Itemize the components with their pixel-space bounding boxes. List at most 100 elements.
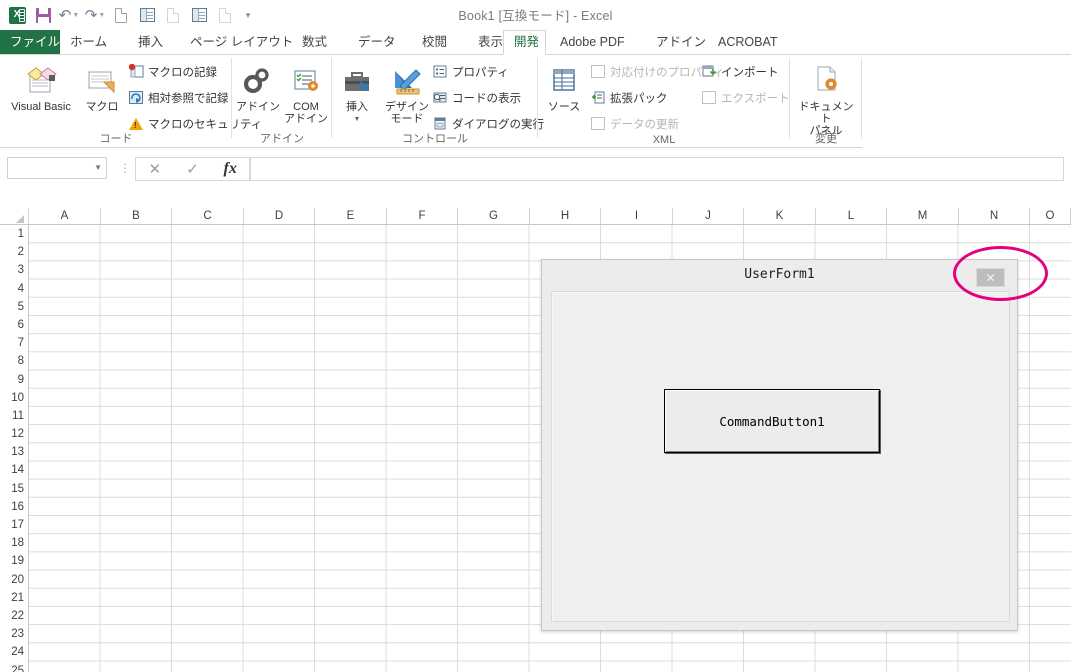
row-header-17[interactable]: 17 (0, 516, 29, 534)
design-mode-label-1: デザイン (385, 101, 429, 113)
insert-control-button[interactable]: 挿入 ▼ (335, 58, 379, 126)
userform-close-button[interactable]: ✕ (976, 268, 1005, 287)
row-header-7[interactable]: 7 (0, 334, 29, 352)
record-macro-button[interactable]: マクロの記録 (128, 61, 217, 82)
column-header-A[interactable]: A (29, 208, 101, 225)
tab-acrobat[interactable]: ACROBAT (708, 30, 788, 55)
row-header-1[interactable]: 1 (0, 225, 29, 243)
com-addins-button[interactable]: COM アドイン (282, 58, 330, 125)
chevron-down-icon[interactable]: ▼ (335, 114, 379, 126)
window-title: Book1 [互換モード] - Excel (458, 9, 613, 23)
column-header-H[interactable]: H (530, 208, 601, 225)
xml-import-button[interactable]: インポート (701, 61, 779, 82)
visual-basic-button[interactable]: Visual Basic (5, 58, 77, 113)
expansion-packs-button[interactable]: 拡張パック (590, 87, 668, 108)
row-header-20[interactable]: 20 (0, 571, 29, 589)
row-header-12[interactable]: 12 (0, 425, 29, 443)
column-header-L[interactable]: L (816, 208, 887, 225)
row-header-16[interactable]: 16 (0, 498, 29, 516)
design-mode-icon (380, 58, 434, 98)
column-header-G[interactable]: G (458, 208, 530, 225)
addins-label: アドイン (236, 101, 280, 113)
column-header-D[interactable]: D (244, 208, 315, 225)
view-code-button[interactable]: コードの表示 (432, 87, 521, 108)
row-header-21[interactable]: 21 (0, 589, 29, 607)
insert-control-label: 挿入 (346, 101, 368, 113)
relative-reference-label: 相対参照で記録 (148, 92, 229, 105)
tab-insert[interactable]: 挿入 (128, 30, 173, 55)
name-box[interactable]: ▼ (7, 157, 107, 179)
ribbon-group-controls-label: コントロール (402, 133, 468, 145)
column-header-E[interactable]: E (315, 208, 387, 225)
xml-source-icon (542, 58, 586, 98)
command-button-1[interactable]: CommandButton1 (664, 389, 880, 453)
row-header-18[interactable]: 18 (0, 534, 29, 552)
column-header-N[interactable]: N (959, 208, 1030, 225)
design-mode-label-2: モード (390, 113, 424, 125)
column-header-B[interactable]: B (101, 208, 172, 225)
column-headers: A B C D E F G H I J K L M N O (0, 208, 1071, 225)
tab-page-layout[interactable]: ページ レイアウト (180, 30, 303, 55)
row-header-19[interactable]: 19 (0, 552, 29, 570)
column-header-C[interactable]: C (172, 208, 244, 225)
column-header-O[interactable]: O (1030, 208, 1071, 225)
row-header-5[interactable]: 5 (0, 298, 29, 316)
row-header-6[interactable]: 6 (0, 316, 29, 334)
addins-button[interactable]: アドイン (234, 58, 282, 113)
insert-function-icon[interactable]: fx (211, 160, 249, 178)
select-all-corner[interactable] (0, 208, 29, 225)
properties-icon (432, 64, 448, 80)
tab-file[interactable]: ファイル (0, 30, 60, 55)
column-header-K[interactable]: K (744, 208, 816, 225)
row-header-23[interactable]: 23 (0, 625, 29, 643)
row-header-24[interactable]: 24 (0, 643, 29, 661)
column-header-J[interactable]: J (673, 208, 744, 225)
column-header-M[interactable]: M (887, 208, 959, 225)
cancel-entry-icon[interactable]: ✕ (136, 160, 174, 178)
xml-import-label: インポート (721, 66, 779, 79)
tab-developer[interactable]: 開発 (503, 30, 546, 55)
row-header-22[interactable]: 22 (0, 607, 29, 625)
confirm-entry-icon[interactable]: ✓ (174, 160, 212, 178)
com-addins-label-1: COM (293, 101, 319, 113)
column-header-F[interactable]: F (387, 208, 458, 225)
macros-button[interactable]: マクロ (78, 58, 126, 113)
userform-body[interactable]: CommandButton1 (551, 291, 1010, 622)
refresh-data-label: データの更新 (610, 118, 679, 131)
ribbon-group-xml-label: XML (652, 134, 676, 146)
row-headers: 1 2 3 4 5 6 7 8 9 10 11 12 13 14 15 16 1… (0, 225, 29, 672)
row-header-15[interactable]: 15 (0, 480, 29, 498)
row-header-2[interactable]: 2 (0, 243, 29, 261)
row-header-9[interactable]: 9 (0, 371, 29, 389)
row-header-13[interactable]: 13 (0, 443, 29, 461)
row-header-3[interactable]: 3 (0, 261, 29, 279)
tab-review[interactable]: 校閲 (412, 30, 457, 55)
column-header-I[interactable]: I (601, 208, 673, 225)
tab-home[interactable]: ホーム (60, 30, 117, 55)
xml-source-button[interactable]: ソース (542, 58, 586, 113)
row-header-14[interactable]: 14 (0, 461, 29, 479)
row-header-11[interactable]: 11 (0, 407, 29, 425)
tab-addins[interactable]: アドイン (646, 30, 716, 55)
excel-window: X ↶ ▼ ↷ ▼ ▾ Book1 [互換モード] - Excel ファイル ホーム… (0, 0, 1071, 672)
document-panel-button[interactable]: ドキュメント パネル (795, 58, 857, 137)
row-header-10[interactable]: 10 (0, 389, 29, 407)
tab-adobe-pdf[interactable]: Adobe PDF (550, 30, 635, 55)
properties-button[interactable]: プロパティ (432, 61, 509, 82)
row-header-4[interactable]: 4 (0, 280, 29, 298)
tab-formulas[interactable]: 数式 (292, 30, 337, 55)
record-macro-icon (128, 64, 144, 80)
formula-bar-handle[interactable]: ⋮ (119, 161, 131, 175)
row-header-25[interactable]: 25 (0, 662, 29, 672)
export-icon (701, 90, 717, 106)
chevron-down-icon[interactable]: ▼ (94, 163, 102, 172)
userform-dialog[interactable]: UserForm1 ✕ CommandButton1 (541, 259, 1018, 631)
row-header-8[interactable]: 8 (0, 352, 29, 370)
use-relative-references-button[interactable]: 相対参照で記録 (128, 87, 229, 108)
ribbon-group-modify-label: 変更 (815, 133, 837, 145)
ribbon-group-addins-label: アドイン (260, 133, 304, 145)
tab-data[interactable]: データ (348, 30, 406, 55)
map-properties-icon (590, 64, 606, 80)
design-mode-button[interactable]: デザイン モード (380, 58, 434, 125)
formula-input[interactable] (250, 157, 1064, 181)
